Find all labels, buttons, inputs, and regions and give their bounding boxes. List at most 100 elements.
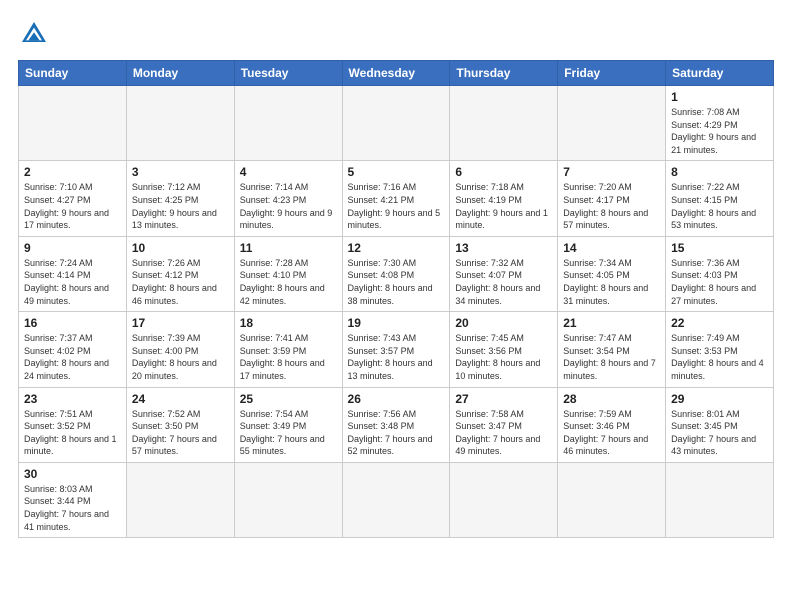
calendar-header-row: SundayMondayTuesdayWednesdayThursdayFrid… xyxy=(19,61,774,86)
calendar-cell: 22 Sunrise: 7:49 AM Sunset: 3:53 PM Dayli… xyxy=(666,312,774,387)
day-info: Sunrise: 7:30 AM Sunset: 4:08 PM Dayligh… xyxy=(348,257,445,307)
calendar-cell: 14 Sunrise: 7:34 AM Sunset: 4:05 PM Dayli… xyxy=(558,236,666,311)
calendar-cell: 7Sunrise: 7:20 AM Sunset: 4:17 PM Daylig… xyxy=(558,161,666,236)
day-info: Sunrise: 7:54 AM Sunset: 3:49 PM Dayligh… xyxy=(240,408,337,458)
calendar-cell: 5 Sunrise: 7:16 AM Sunset: 4:21 PM Daylig… xyxy=(342,161,450,236)
calendar-cell: 2Sunrise: 7:10 AM Sunset: 4:27 PM Daylig… xyxy=(19,161,127,236)
day-info: Sunrise: 7:52 AM Sunset: 3:50 PM Dayligh… xyxy=(132,408,229,458)
calendar-cell: 17 Sunrise: 7:39 AM Sunset: 4:00 PM Dayli… xyxy=(126,312,234,387)
calendar-cell: 15 Sunrise: 7:36 AM Sunset: 4:03 PM Dayli… xyxy=(666,236,774,311)
day-number: 2 xyxy=(24,165,121,179)
calendar-cell: 21Sunrise: 7:47 AM Sunset: 3:54 PM Dayli… xyxy=(558,312,666,387)
calendar-cell xyxy=(234,462,342,537)
day-number: 27 xyxy=(455,392,552,406)
calendar-cell: 30Sunrise: 8:03 AM Sunset: 3:44 PM Dayli… xyxy=(19,462,127,537)
calendar-cell: 16 Sunrise: 7:37 AM Sunset: 4:02 PM Dayli… xyxy=(19,312,127,387)
day-number: 14 xyxy=(563,241,660,255)
calendar-cell: 20Sunrise: 7:45 AM Sunset: 3:56 PM Dayli… xyxy=(450,312,558,387)
day-of-week-header: Monday xyxy=(126,61,234,86)
day-info: Sunrise: 7:56 AM Sunset: 3:48 PM Dayligh… xyxy=(348,408,445,458)
calendar-cell: 13 Sunrise: 7:32 AM Sunset: 4:07 PM Dayli… xyxy=(450,236,558,311)
day-info: Sunrise: 7:24 AM Sunset: 4:14 PM Dayligh… xyxy=(24,257,121,307)
day-number: 19 xyxy=(348,316,445,330)
calendar-cell xyxy=(342,86,450,161)
calendar-week-row: 23Sunrise: 7:51 AM Sunset: 3:52 PM Dayli… xyxy=(19,387,774,462)
calendar-page: SundayMondayTuesdayWednesdayThursdayFrid… xyxy=(0,0,792,612)
day-info: Sunrise: 7:34 AM Sunset: 4:05 PM Dayligh… xyxy=(563,257,660,307)
day-number: 23 xyxy=(24,392,121,406)
day-number: 5 xyxy=(348,165,445,179)
day-info: Sunrise: 7:39 AM Sunset: 4:00 PM Dayligh… xyxy=(132,332,229,382)
calendar-cell: 23Sunrise: 7:51 AM Sunset: 3:52 PM Dayli… xyxy=(19,387,127,462)
day-number: 22 xyxy=(671,316,768,330)
day-info: Sunrise: 7:14 AM Sunset: 4:23 PM Dayligh… xyxy=(240,181,337,231)
day-of-week-header: Tuesday xyxy=(234,61,342,86)
day-number: 15 xyxy=(671,241,768,255)
day-number: 9 xyxy=(24,241,121,255)
calendar-cell: 27 Sunrise: 7:58 AM Sunset: 3:47 PM Dayli… xyxy=(450,387,558,462)
calendar-table: SundayMondayTuesdayWednesdayThursdayFrid… xyxy=(18,60,774,538)
logo-icon xyxy=(18,18,50,50)
calendar-cell: 1 Sunrise: 7:08 AM Sunset: 4:29 PM Daylig… xyxy=(666,86,774,161)
calendar-cell: 26Sunrise: 7:56 AM Sunset: 3:48 PM Dayli… xyxy=(342,387,450,462)
day-number: 21 xyxy=(563,316,660,330)
day-info: Sunrise: 7:36 AM Sunset: 4:03 PM Dayligh… xyxy=(671,257,768,307)
day-number: 8 xyxy=(671,165,768,179)
calendar-week-row: 16 Sunrise: 7:37 AM Sunset: 4:02 PM Dayli… xyxy=(19,312,774,387)
day-info: Sunrise: 7:22 AM Sunset: 4:15 PM Dayligh… xyxy=(671,181,768,231)
calendar-cell: 10 Sunrise: 7:26 AM Sunset: 4:12 PM Dayli… xyxy=(126,236,234,311)
day-info: Sunrise: 7:59 AM Sunset: 3:46 PM Dayligh… xyxy=(563,408,660,458)
day-number: 4 xyxy=(240,165,337,179)
day-number: 16 xyxy=(24,316,121,330)
day-number: 17 xyxy=(132,316,229,330)
day-info: Sunrise: 7:18 AM Sunset: 4:19 PM Dayligh… xyxy=(455,181,552,231)
calendar-cell: 19 Sunrise: 7:43 AM Sunset: 3:57 PM Dayli… xyxy=(342,312,450,387)
day-number: 11 xyxy=(240,241,337,255)
logo xyxy=(18,18,54,50)
day-info: Sunrise: 8:03 AM Sunset: 3:44 PM Dayligh… xyxy=(24,483,121,533)
day-number: 24 xyxy=(132,392,229,406)
calendar-cell xyxy=(558,462,666,537)
day-of-week-header: Sunday xyxy=(19,61,127,86)
day-info: Sunrise: 7:45 AM Sunset: 3:56 PM Dayligh… xyxy=(455,332,552,382)
day-info: Sunrise: 7:16 AM Sunset: 4:21 PM Dayligh… xyxy=(348,181,445,231)
day-info: Sunrise: 7:37 AM Sunset: 4:02 PM Dayligh… xyxy=(24,332,121,382)
day-number: 18 xyxy=(240,316,337,330)
calendar-cell: 29Sunrise: 8:01 AM Sunset: 3:45 PM Dayli… xyxy=(666,387,774,462)
calendar-cell: 6Sunrise: 7:18 AM Sunset: 4:19 PM Daylig… xyxy=(450,161,558,236)
calendar-cell xyxy=(450,462,558,537)
day-of-week-header: Wednesday xyxy=(342,61,450,86)
day-number: 13 xyxy=(455,241,552,255)
calendar-cell: 28 Sunrise: 7:59 AM Sunset: 3:46 PM Dayli… xyxy=(558,387,666,462)
day-info: Sunrise: 7:08 AM Sunset: 4:29 PM Dayligh… xyxy=(671,106,768,156)
calendar-cell xyxy=(666,462,774,537)
day-info: Sunrise: 7:43 AM Sunset: 3:57 PM Dayligh… xyxy=(348,332,445,382)
calendar-cell xyxy=(234,86,342,161)
calendar-cell: 25 Sunrise: 7:54 AM Sunset: 3:49 PM Dayli… xyxy=(234,387,342,462)
day-of-week-header: Saturday xyxy=(666,61,774,86)
calendar-cell xyxy=(126,462,234,537)
calendar-cell xyxy=(558,86,666,161)
calendar-cell: 4 Sunrise: 7:14 AM Sunset: 4:23 PM Daylig… xyxy=(234,161,342,236)
calendar-cell: 3 Sunrise: 7:12 AM Sunset: 4:25 PM Daylig… xyxy=(126,161,234,236)
day-number: 12 xyxy=(348,241,445,255)
day-of-week-header: Thursday xyxy=(450,61,558,86)
day-info: Sunrise: 7:58 AM Sunset: 3:47 PM Dayligh… xyxy=(455,408,552,458)
calendar-week-row: 30Sunrise: 8:03 AM Sunset: 3:44 PM Dayli… xyxy=(19,462,774,537)
day-info: Sunrise: 7:32 AM Sunset: 4:07 PM Dayligh… xyxy=(455,257,552,307)
calendar-week-row: 9 Sunrise: 7:24 AM Sunset: 4:14 PM Daylig… xyxy=(19,236,774,311)
day-number: 3 xyxy=(132,165,229,179)
day-number: 10 xyxy=(132,241,229,255)
calendar-week-row: 1 Sunrise: 7:08 AM Sunset: 4:29 PM Daylig… xyxy=(19,86,774,161)
day-info: Sunrise: 7:20 AM Sunset: 4:17 PM Dayligh… xyxy=(563,181,660,231)
calendar-cell xyxy=(126,86,234,161)
day-number: 25 xyxy=(240,392,337,406)
calendar-cell xyxy=(342,462,450,537)
day-info: Sunrise: 7:49 AM Sunset: 3:53 PM Dayligh… xyxy=(671,332,768,382)
calendar-cell xyxy=(19,86,127,161)
day-info: Sunrise: 7:26 AM Sunset: 4:12 PM Dayligh… xyxy=(132,257,229,307)
day-number: 28 xyxy=(563,392,660,406)
day-number: 1 xyxy=(671,90,768,104)
day-number: 29 xyxy=(671,392,768,406)
day-info: Sunrise: 7:12 AM Sunset: 4:25 PM Dayligh… xyxy=(132,181,229,231)
